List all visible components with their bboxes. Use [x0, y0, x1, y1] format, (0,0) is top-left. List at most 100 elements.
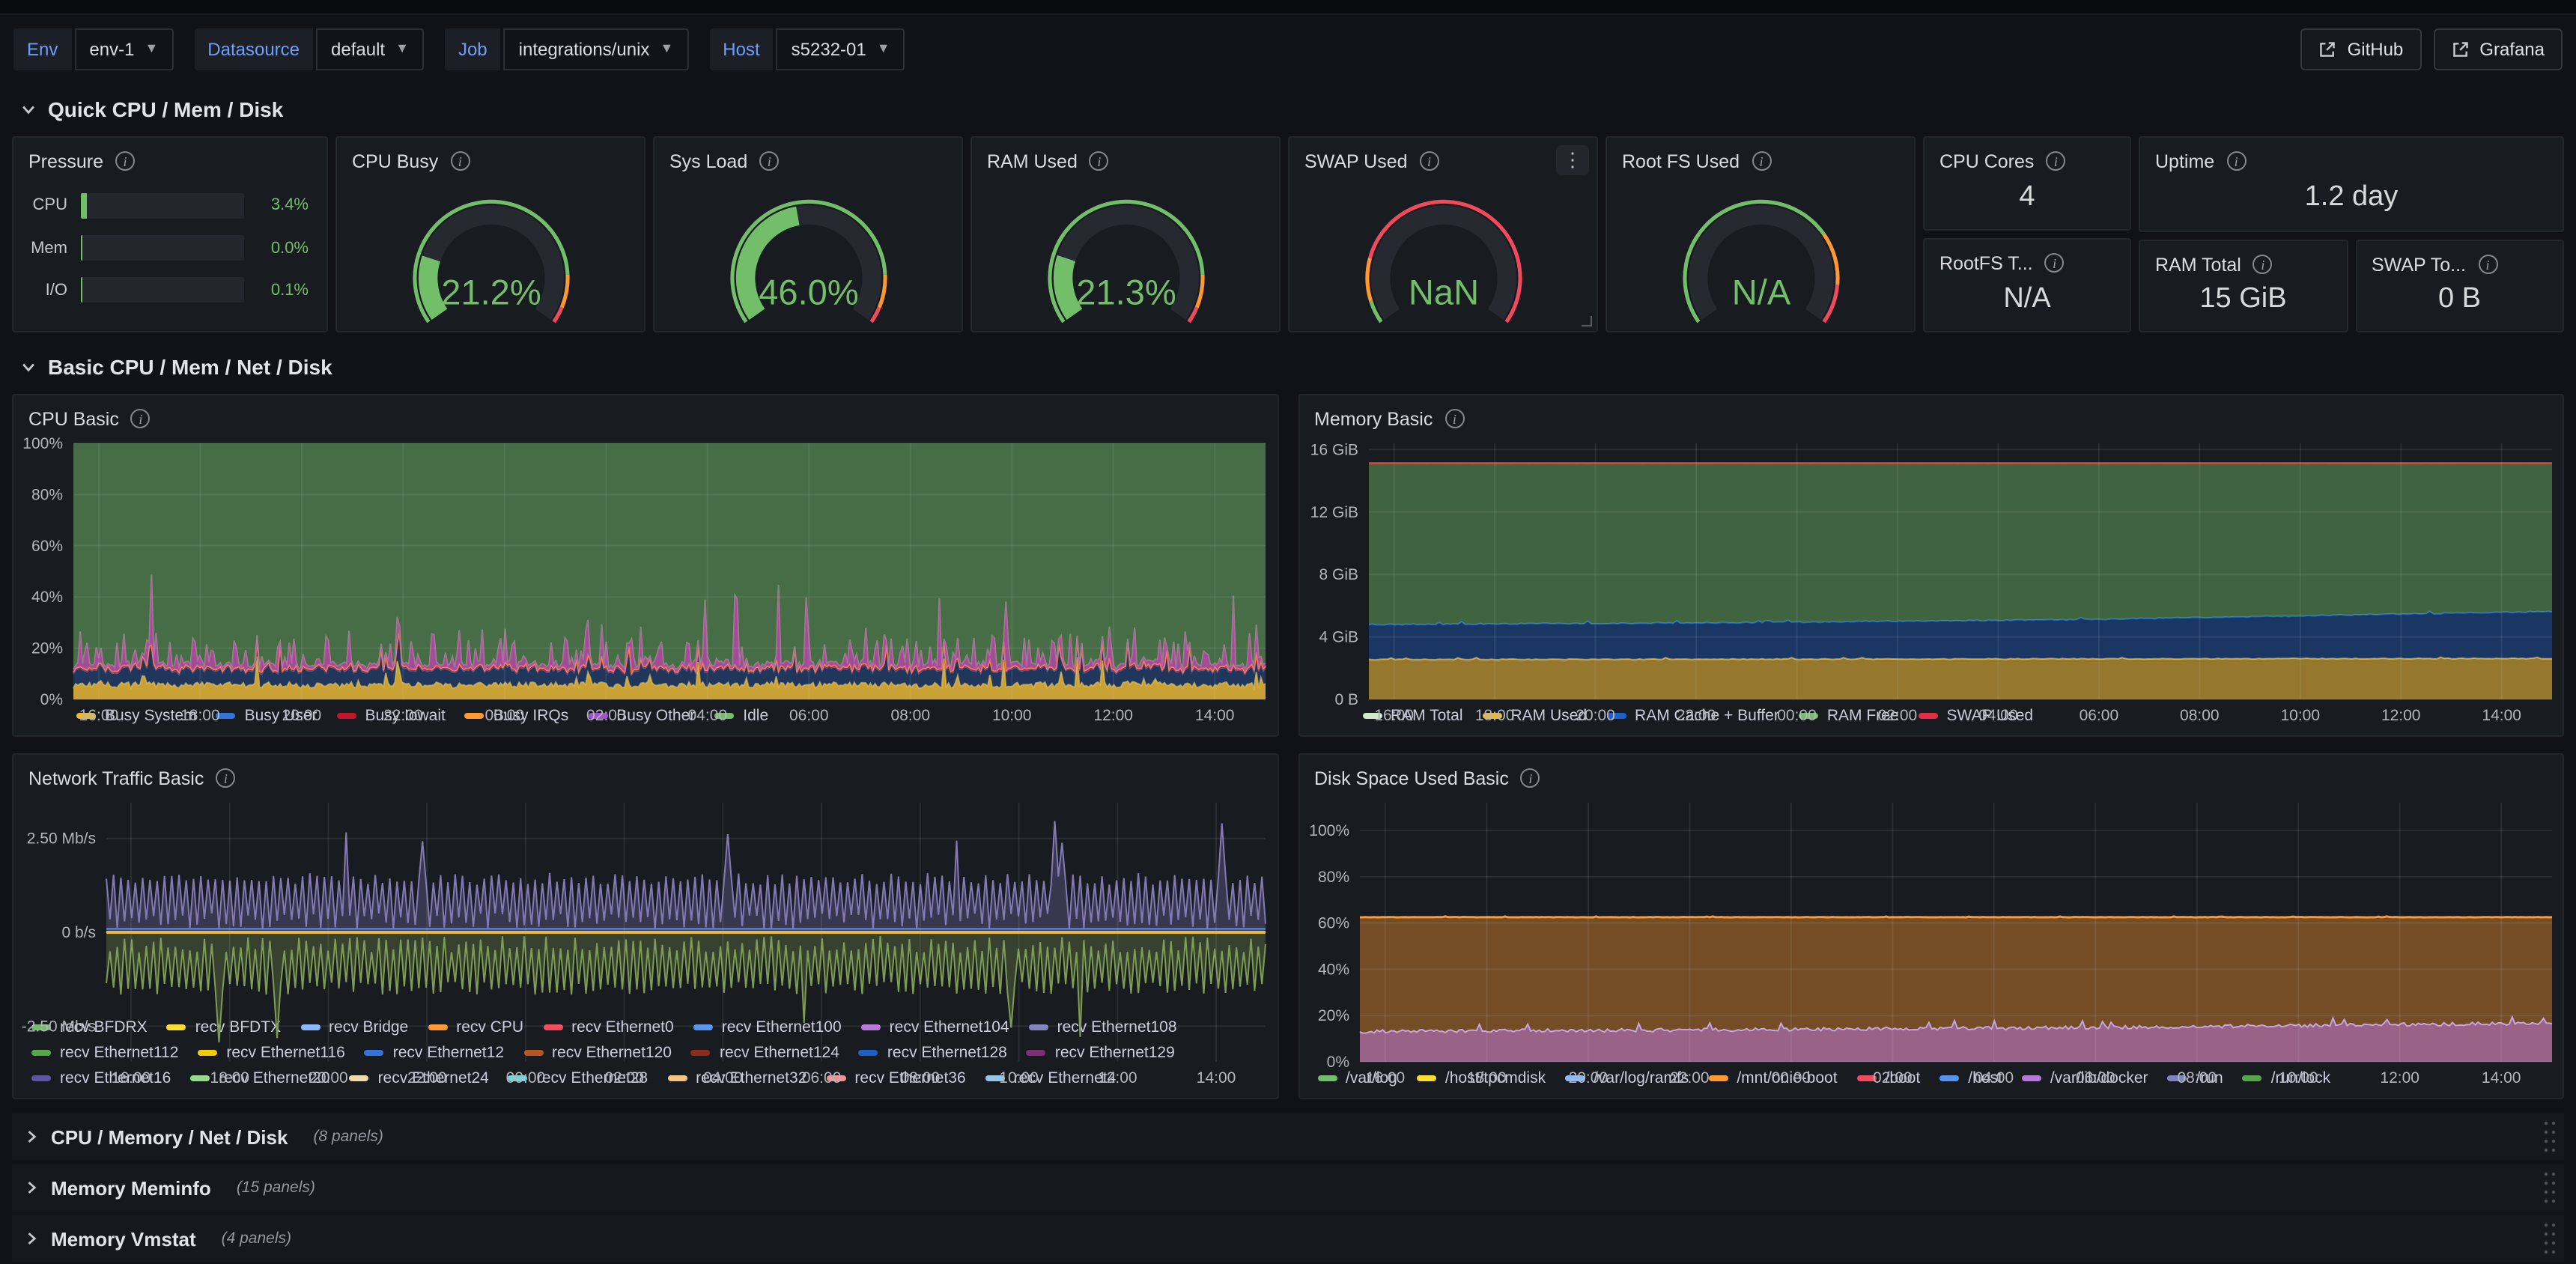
stat-swap-total-value: 0 B — [2357, 277, 2563, 331]
gauge-value: N/A — [1731, 272, 1790, 312]
panel-title[interactable]: Root FS Used — [1622, 151, 1740, 171]
svg-text:16:00: 16:00 — [1365, 1069, 1405, 1087]
info-icon[interactable]: i — [2046, 151, 2065, 171]
panel-title[interactable]: CPU Basic — [28, 408, 119, 429]
pressure-bar-fill — [81, 235, 82, 261]
charts-row-2: Network Traffic Basic i -2.50 Mb/s0 b/s2.… — [12, 753, 2564, 1099]
info-icon[interactable]: i — [1752, 151, 1771, 171]
section-quick-cpu-mem-disk[interactable]: Quick CPU / Mem / Disk — [19, 93, 2564, 126]
section-title: Memory Meminfo — [51, 1176, 211, 1199]
variable-env-value[interactable]: env-1 ▼ — [74, 28, 173, 70]
info-icon[interactable]: i — [2478, 255, 2497, 274]
panel-pressure: Pressure i CPU 3.4% Mem 0.0% I/ — [12, 136, 328, 332]
panel-menu-kebab-icon[interactable]: ⋮ — [1556, 145, 1589, 175]
svg-text:4 GiB: 4 GiB — [1318, 629, 1358, 646]
pressure-bar — [81, 278, 244, 303]
section-basic-cpu-mem-net-disk[interactable]: Basic CPU / Mem / Net / Disk — [19, 350, 2564, 383]
section-memory-vmstat-collapsed[interactable]: Memory Vmstat (4 panels) — [12, 1215, 2564, 1263]
svg-text:10:00: 10:00 — [992, 707, 1032, 724]
row-drag-handle-icon[interactable] — [2542, 1170, 2557, 1206]
variable-env-label: Env — [13, 28, 71, 70]
info-icon[interactable]: i — [1521, 768, 1540, 788]
pressure-value: 0.1% — [258, 282, 309, 300]
panel-title[interactable]: Network Traffic Basic — [28, 768, 204, 789]
info-icon[interactable]: i — [2226, 151, 2246, 171]
panel-title[interactable]: Disk Space Used Basic — [1314, 768, 1509, 789]
variable-datasource-current: default — [331, 39, 385, 60]
info-icon[interactable]: i — [1420, 151, 1439, 171]
panel-memory-basic: Memory Basic i 0 B4 GiB8 GiB12 GiB16 GiB1… — [1298, 394, 2564, 737]
svg-text:12 GiB: 12 GiB — [1310, 504, 1358, 521]
chevron-right-icon — [22, 1128, 40, 1146]
section-cpu-memory-net-disk-collapsed[interactable]: CPU / Memory / Net / Disk (8 panels) — [12, 1113, 2564, 1161]
svg-text:16:00: 16:00 — [1373, 707, 1413, 724]
panel-title[interactable]: SWAP Used — [1304, 151, 1408, 171]
svg-text:06:00: 06:00 — [802, 1069, 842, 1087]
panel-rootfs-total: RootFS T...i N/A — [1923, 238, 2131, 332]
svg-text:100%: 100% — [1308, 822, 1349, 839]
chart-memory-basic[interactable]: 0 B4 GiB8 GiB12 GiB16 GiB16:0018:0020:00… — [1299, 431, 2563, 702]
info-icon[interactable]: i — [2045, 253, 2065, 273]
chevron-down-icon: ▼ — [395, 41, 409, 55]
pressure-label: I/O — [25, 282, 67, 300]
panel-title[interactable]: Sys Load — [669, 151, 747, 171]
grafana-link-button[interactable]: Grafana — [2433, 28, 2563, 70]
panel-title[interactable]: RAM Used — [987, 151, 1078, 171]
panel-header: Pressure i — [13, 138, 326, 174]
svg-text:08:00: 08:00 — [2176, 1069, 2216, 1087]
panel-title[interactable]: Uptime — [2155, 151, 2214, 171]
gauge-root-fs-used: N/A — [1607, 174, 1914, 331]
svg-text:20%: 20% — [31, 640, 63, 657]
panel-title[interactable]: RAM Total — [2155, 254, 2241, 275]
info-icon[interactable]: i — [2253, 255, 2273, 274]
chart-cpu-basic[interactable]: 0%20%40%60%80%100%16:0018:0020:0022:0000… — [13, 431, 1277, 702]
variable-host-value[interactable]: s5232-01 ▼ — [777, 28, 905, 70]
info-icon[interactable]: i — [216, 768, 235, 788]
section-title: Quick CPU / Mem / Disk — [48, 97, 283, 121]
svg-text:22:00: 22:00 — [407, 1069, 447, 1087]
pressure-label: CPU — [25, 197, 67, 215]
panel-title[interactable]: SWAP To... — [2372, 254, 2466, 275]
panel-resize-handle[interactable] — [1582, 316, 1592, 326]
section-memory-meminfo-collapsed[interactable]: Memory Meminfo (15 panels) — [12, 1164, 2564, 1212]
pressure-label: Mem — [25, 239, 67, 257]
chart-network-traffic-basic[interactable]: -2.50 Mb/s0 b/s2.50 Mb/s16:0018:0020:002… — [13, 791, 1277, 1014]
variable-datasource-value[interactable]: default ▼ — [316, 28, 424, 70]
quick-panels-row: Pressure i CPU 3.4% Mem 0.0% I/ — [12, 136, 2564, 332]
chart-disk-space-used-basic[interactable]: 0%20%40%60%80%100%16:0018:0020:0022:0000… — [1299, 791, 2563, 1065]
variable-host-label: Host — [709, 28, 773, 70]
panel-title[interactable]: Pressure — [28, 151, 103, 171]
panel-title[interactable]: CPU Busy — [352, 151, 438, 171]
row-drag-handle-icon[interactable] — [2542, 1119, 2557, 1155]
variable-job-value[interactable]: integrations/unix ▼ — [504, 28, 689, 70]
variable-job-label: Job — [445, 28, 501, 70]
svg-text:12:00: 12:00 — [1093, 707, 1133, 724]
stat-uptime-value: 1.2 day — [2140, 174, 2563, 231]
info-icon[interactable]: i — [1445, 409, 1464, 428]
info-icon[interactable]: i — [1090, 151, 1109, 171]
variable-datasource: Datasource default ▼ — [194, 28, 424, 70]
chevron-down-icon — [19, 358, 37, 376]
svg-text:2.50 Mb/s: 2.50 Mb/s — [27, 830, 96, 848]
gauge-value: 21.3% — [1075, 272, 1176, 312]
chevron-down-icon: ▼ — [877, 41, 890, 55]
svg-text:40%: 40% — [31, 589, 63, 606]
info-icon[interactable]: i — [115, 151, 135, 171]
panel-title[interactable]: CPU Cores — [1939, 151, 2034, 171]
svg-text:10:00: 10:00 — [2278, 1069, 2318, 1087]
pressure-row-io: I/O 0.1% — [25, 277, 309, 304]
panel-swap-total: SWAP To... i 0 B — [2355, 240, 2564, 332]
panel-title[interactable]: RootFS T... — [1939, 252, 2033, 273]
info-icon[interactable]: i — [759, 151, 779, 171]
info-icon[interactable]: i — [131, 409, 151, 428]
info-icon[interactable]: i — [450, 151, 470, 171]
svg-text:18:00: 18:00 — [210, 1069, 249, 1087]
row-drag-handle-icon[interactable] — [2542, 1221, 2557, 1257]
gauge-ram-used: 21.3% — [972, 174, 1279, 331]
stat-ram-total-value: 15 GiB — [2140, 277, 2346, 331]
github-link-button[interactable]: GitHub — [2301, 28, 2422, 70]
pressure-bar-fill — [81, 193, 86, 219]
svg-text:04:00: 04:00 — [1978, 707, 2017, 724]
panel-title[interactable]: Memory Basic — [1314, 408, 1433, 429]
svg-text:08:00: 08:00 — [901, 1069, 941, 1087]
